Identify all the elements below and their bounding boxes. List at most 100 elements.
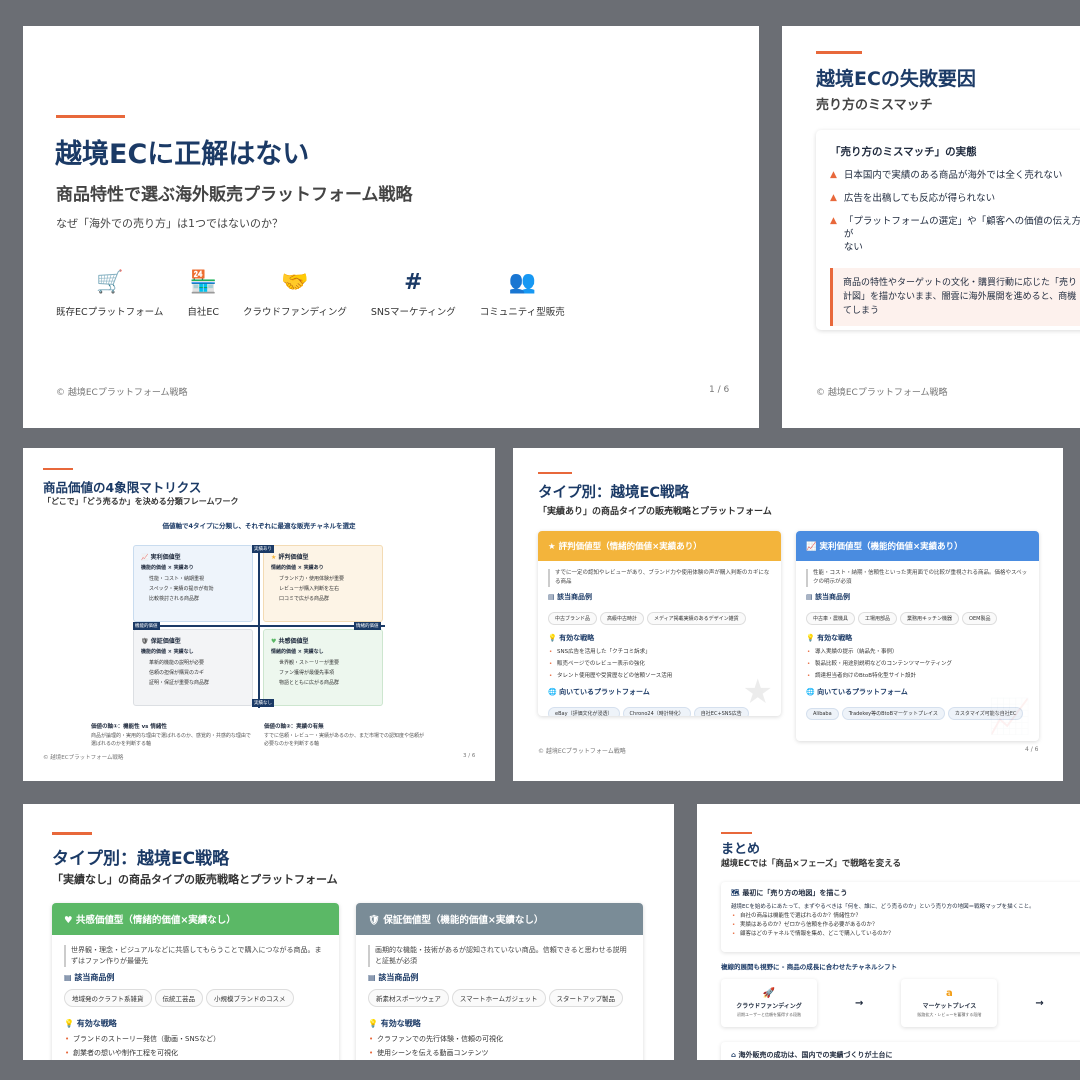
channel-step: a マーケットプレイス 販路拡大・レビューを蓄積する段階 [901,979,997,1027]
chart-icon-watermark: 📈 [988,697,1031,737]
axis-label: 情緒的価値 [354,622,381,630]
home-icon: ⌂ [731,1051,737,1059]
slide-title: 商品価値の4象限マトリクス [43,480,202,495]
shield-icon: 🛡 [141,638,151,645]
globe-icon: 🌐 [548,688,560,696]
accent-bar [43,468,73,470]
question-item: 顧客はどのチャネルで情報を集め、どこで購入しているのか？ [731,930,1080,939]
strategy-item: クラファンでの先行体験・信頼の可視化 [368,1032,631,1046]
box-title: 最初に「売り方の地図」を描こう [742,889,848,897]
quadrant-name: 評判価値型 [278,554,309,561]
products-title: 該当商品例 [378,973,419,982]
step-title: マーケットプレイス [922,1003,977,1010]
product-chips: 新素材スポーツウェア スマートホームガジェット スタートアップ製品 [368,986,631,1010]
step-desc: 販路拡大・レビューを蓄積する段階 [917,1012,982,1017]
axis-note-title: 価値の軸①：機能性 vs 情緒性 [91,724,167,730]
star-icon-watermark: ★ [742,672,773,712]
icon-label: コミュニティ型販売 [479,307,565,318]
product-chip: 伝統工芸品 [154,989,203,1007]
strategy-item: タレント使用歴や受賞歴などの信頼ソース活用 [548,670,771,682]
strategy-item: 調達担当者向けのBtoB特化型サイト設計 [806,670,1029,682]
products-heading: ▤ 該当商品例 [368,972,631,983]
warning-text: 広告を出稿しても反応が得られない [843,193,996,204]
page-subtitle: 商品特性で選ぶ海外販売プラットフォーム戦略 [56,185,413,205]
strategy-card: ♥ 共感価値型（情緒的価値×実績なし） 世界観・理念・ビジュアルなどに共感してもら… [52,903,339,1060]
quadrant-item: 性能・コスト・納期重視 [149,576,205,582]
axis-note-1: 価値の軸①：機能性 vs 情緒性 商品が論理的・実用的な理由で選ばれるのか、感覚… [91,722,251,748]
icon-item: 🛒 既存ECプラットフォーム [56,270,163,318]
bulb-icon: 💡 [368,1019,381,1028]
shift-title: 複線的展開も視野に - 商品の成長に合わせたチャネルシフト [721,963,898,971]
box-icon: ▤ [806,593,816,601]
axis-label: 機能的価値 [133,622,160,630]
platform-chip: Alibaba [806,708,839,720]
product-chip: 高級中古時計 [600,612,645,625]
strategy-item: 創業者の想いや制作工程を可視化 [64,1046,327,1060]
card-desc: すでに一定の認知やレビューがあり、ブランド力や使用体験の声が購入判断のカギになる… [548,569,771,587]
footer: © 越境ECプラットフォーム戦略 [538,748,626,755]
product-chips: 中古車・農機具 工場用部品 業務用キッチン機器 OEM製品 [806,605,1029,628]
step-desc: 初期ユーザーと信頼を獲得する段階 [737,1012,801,1017]
star-icon: ★ [548,542,559,552]
rocket-icon: 🚀 [762,988,776,999]
strategy-card: 📈 実利価値型（機能的価値×実績あり） 性能・コスト・納期・信頼性といった実用面で… [796,531,1039,741]
cart-icon: 🛒 [95,270,124,295]
warning-text: 「プラットフォームの選定」や「顧客への価値の伝え方」が ない [843,216,1080,253]
slide-title: タイプ別：越境EC戦略 [52,849,230,869]
bulb-icon: 💡 [806,634,818,642]
axis-note-title: 価値の軸②：実績の有無 [264,724,324,730]
strategy-heading: 💡 有効な戦略 [806,633,1029,643]
products-heading: ▤ 該当商品例 [64,972,327,983]
vertical-axis [258,545,260,708]
card-header-label: 保証価値型（機能的価値×実績なし） [383,915,544,926]
store-icon: 🏪 [189,270,217,295]
product-chip: スタートアップ製品 [548,989,623,1007]
strategy-heading: 💡 有効な戦略 [64,1018,327,1029]
channel-step: 🚀 クラウドファンディング 初期ユーザーと信頼を獲得する段階 [721,979,817,1027]
slide-5: タイプ別：越境EC戦略 「実績なし」の商品タイプの販売戦略とプラットフォーム ♥… [23,804,674,1060]
slide-3: 商品価値の4象限マトリクス 「どこで」「どう売るか」を決める分類フレームワーク … [23,448,495,781]
product-chip: 中古車・農機具 [806,612,856,625]
arrow-icon: → [855,997,864,1009]
page-number: 3 / 6 [463,753,476,759]
slide-1: 越境ECに正解はない 商品特性で選ぶ海外販売プラットフォーム戦略 なぜ「海外での… [23,26,759,428]
chart-icon: 📈 [806,542,820,552]
slide-title: 越境ECの失敗要因 [816,68,976,90]
slide-subtitle: 「実績なし」の商品タイプの販売戦略とプラットフォーム [52,873,338,886]
quadrant-item: レビューが購入判断を左右 [279,586,340,592]
products-title: 該当商品例 [815,593,851,601]
warning-list: ▲ 日本国内で実績のある商品が海外では全く売れない ▲ 広告を出稿しても反応が得られな… [830,169,1080,254]
quadrant-title-row: 📈 実利価値型 [141,552,245,561]
axis-note-text: 商品が論理的・実用的な理由で選ばれるのか、感覚的・共感的な理由で選ばれるのかを判… [91,733,251,747]
card-desc: 性能・コスト・納期・信頼性といった実用面での比較が重視される商品。価格やスペック… [806,569,1029,587]
axis-label: 実績あり [252,545,274,553]
card-header-label: 実利価値型（機能的価値×実績あり） [819,542,963,552]
box-icon: ▤ [64,973,75,982]
quadrant-4: ♥ 共感価値型 情緒的価値 × 実績なし 世界観・ストーリーが重要 ファン獲得が最優先… [263,629,383,706]
card-header: 🛡 保証価値型（機能的価値×実績なし） [356,903,643,935]
quadrant-sub: 情緒的価値 × 実績なし [271,649,324,655]
box-icon: ▤ [548,593,558,601]
slide-4: タイプ別：越境EC戦略 「実績あり」の商品タイプの販売戦略とプラットフォーム ★… [513,448,1063,781]
strategy-card: ★ 評判価値型（情緒的価値×実績あり） すでに一定の認知やレビューがあり、ブランド… [538,531,781,716]
quadrant-sub: 機能的価値 × 実績あり [141,565,194,571]
channel-steps: 🚀 クラウドファンディング 初期ユーザーと信頼を獲得する段階 → a マーケットプレイス販… [721,979,1080,1027]
box-lead: 越境ECを始めるにあたって、まずやるべきは「何を、誰に、どう売るのか」という売り… [731,904,1035,910]
icon-item: 🤝 クラウドファンディング [243,270,347,318]
product-chip: 業務用キッチン機器 [900,612,960,625]
quadrant-item: ファン獲得が最優先事項 [279,670,335,676]
arrow-icon: → [1035,997,1044,1009]
slide-title: まとめ [721,842,761,857]
icon-label: 自社EC [187,307,219,318]
platform-chips: eBay（評価文化が浸透） Chrono24（時計特化） 自社EC+SNS広告 [548,700,771,716]
quadrant-item: ブランド力・使用体験が重要 [279,576,345,582]
platform-chip: eBay（評価文化が浸透） [548,707,620,716]
strategy-item: SNS広告を活用した「クチコミ訴求」 [548,646,771,658]
icon-row: 🛒 既存ECプラットフォーム 🏪 自社EC 🤝 クラウドファンディング # SNSマーケティン… [56,270,565,318]
box-title: 「売り方のミスマッチ」の実態 [830,146,977,158]
success-box: ⌂ 海外販売の成功は、国内での実績づくりが土台に [721,1042,1080,1060]
platform-heading: 🌐 向いているプラットフォーム [806,687,1029,697]
strategy-heading: 💡 有効な戦略 [368,1018,631,1029]
quadrant-title-row: ★ 評判価値型 [271,552,375,561]
users-icon: 👥 [508,270,536,295]
